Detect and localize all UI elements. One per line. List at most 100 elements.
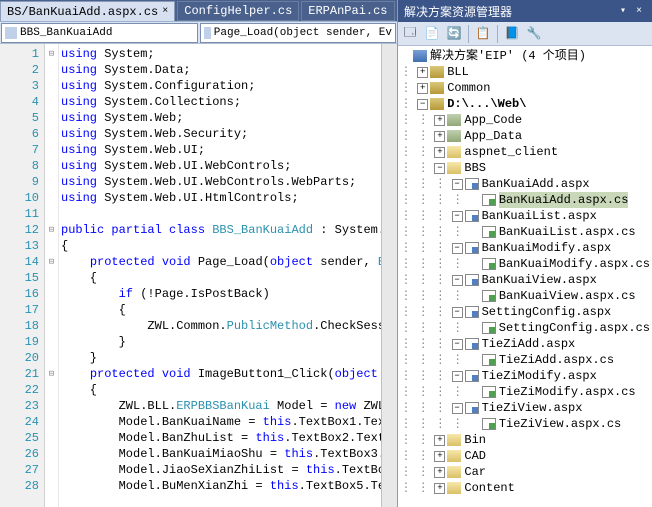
code-area[interactable]: using System;using System.Data;using Sys… [59,44,381,507]
tree-node[interactable]: ⋮ ⋮ ⋮ ⋮ SettingConfig.aspx.cs [400,320,650,336]
tree-node[interactable]: ⋮ ⋮ ⋮ −BanKuaiView.aspx [400,272,650,288]
node-label: TieZiAdd.aspx.cs [499,352,614,368]
node-label: TieZiAdd.aspx [482,336,576,352]
node-icon [482,322,496,334]
tree-node[interactable]: 解决方案'EIP' (4 个项目) [400,48,650,64]
tree-node[interactable]: ⋮ +BLL [400,64,650,80]
tree-node[interactable]: ⋮ ⋮ ⋮ ⋮ BanKuaiList.aspx.cs [400,224,650,240]
tree-node[interactable]: ⋮ ⋮ +Bin [400,432,650,448]
node-label: App_Code [464,112,522,128]
node-label: SettingConfig.aspx [482,304,612,320]
node-label: aspnet_client [464,144,558,160]
code-editor[interactable]: 1234567891011121314151617181920212223242… [0,44,397,507]
tree-node[interactable]: ⋮ ⋮ ⋮ −SettingConfig.aspx [400,304,650,320]
node-icon [465,178,479,190]
node-label: Content [464,480,514,496]
node-icon [447,162,461,174]
node-label: TieZiView.aspx.cs [499,416,621,432]
expand-icon[interactable]: − [452,371,463,382]
node-label: BanKuaiView.aspx.cs [499,288,636,304]
tree-node[interactable]: ⋮ ⋮ ⋮ ⋮ TieZiView.aspx.cs [400,416,650,432]
node-icon [447,146,461,158]
expand-icon[interactable]: + [434,483,445,494]
tree-node[interactable]: ⋮ ⋮ ⋮ ⋮ TieZiModify.aspx.cs [400,384,650,400]
tree-node[interactable]: ⋮ −D:\...\Web\ [400,96,650,112]
document-tab[interactable]: ERPAnPai.cs [301,1,394,21]
node-icon [482,386,496,398]
editor-pane: BS/BanKuaiAdd.aspx.cs× ConfigHelper.cs ERP… [0,0,397,507]
line-numbers: 1234567891011121314151617181920212223242… [0,44,45,507]
tree-node[interactable]: ⋮ ⋮ ⋮ ⋮ BanKuaiView.aspx.cs [400,288,650,304]
vertical-scrollbar[interactable] [381,44,397,507]
expand-icon[interactable]: − [452,339,463,350]
tree-node[interactable]: ⋮ ⋮ ⋮ −TieZiAdd.aspx [400,336,650,352]
node-icon [430,82,444,94]
tree-node[interactable]: ⋮ ⋮ ⋮ −TieZiModify.aspx [400,368,650,384]
node-label: TieZiModify.aspx.cs [499,384,636,400]
toolbar-separator [468,25,469,43]
solution-tree[interactable]: 解决方案'EIP' (4 个项目)⋮ +BLL⋮ +Common⋮ −D:\..… [398,46,652,507]
class-dropdown-text: BBS_BanKuaiAdd [20,27,112,39]
document-tab[interactable]: ConfigHelper.cs [177,1,299,21]
expand-icon[interactable]: + [434,115,445,126]
expand-icon[interactable]: + [434,131,445,142]
document-tabs: BS/BanKuaiAdd.aspx.cs× ConfigHelper.cs ERP… [0,0,397,22]
tree-node[interactable]: ⋮ +Common [400,80,650,96]
tree-node[interactable]: ⋮ ⋮ +CAD [400,448,650,464]
expand-icon[interactable]: − [452,211,463,222]
close-tab-icon[interactable]: × [162,6,168,17]
tree-node[interactable]: ⋮ ⋮ ⋮ ⋮ TieZiAdd.aspx.cs [400,352,650,368]
tree-node[interactable]: ⋮ ⋮ ⋮ −BanKuaiModify.aspx [400,240,650,256]
node-icon [430,66,444,78]
expand-icon[interactable]: − [417,99,428,110]
expand-icon[interactable]: + [434,147,445,158]
tree-node[interactable]: ⋮ ⋮ ⋮ −BanKuaiAdd.aspx [400,176,650,192]
solution-explorer-toolbar: 🗔 📄 🔄 📋 📘 🔧 [398,22,652,46]
node-icon [482,290,496,302]
expand-icon[interactable]: − [452,243,463,254]
view-code-button[interactable]: 📘 [502,24,522,44]
node-icon [482,418,496,430]
solution-explorer-pane: 解决方案资源管理器 ▾ × 🗔 📄 🔄 📋 📘 🔧 解决方案'EIP' (4 个… [397,0,652,507]
toolbar-separator [497,25,498,43]
expand-icon[interactable]: + [434,467,445,478]
show-all-button[interactable]: 📄 [422,24,442,44]
document-tab[interactable]: BS/BanKuaiAdd.aspx.cs× [0,1,175,21]
node-icon [447,482,461,494]
tree-node[interactable]: ⋮ ⋮ −BBS [400,160,650,176]
node-icon [482,226,496,238]
tab-label: ConfigHelper.cs [184,4,292,18]
tree-node[interactable]: ⋮ ⋮ ⋮ ⋮ BanKuaiModify.aspx.cs [400,256,650,272]
refresh-button[interactable]: 🔄 [444,24,464,44]
expand-icon[interactable]: + [417,83,428,94]
tree-node[interactable]: ⋮ ⋮ +Content [400,480,650,496]
expand-icon[interactable]: − [452,179,463,190]
expand-icon[interactable]: + [417,67,428,78]
dropdown-icon[interactable]: ▾ [616,4,630,18]
expand-icon[interactable]: − [452,307,463,318]
expand-icon[interactable]: + [434,435,445,446]
tree-node[interactable]: ⋮ ⋮ +App_Code [400,112,650,128]
nest-button[interactable]: 📋 [473,24,493,44]
expand-icon[interactable]: + [434,451,445,462]
fold-margin[interactable]: ⊟⊟⊟⊟ [45,44,59,507]
properties-button[interactable]: 🗔 [400,24,420,44]
expand-icon[interactable]: − [434,163,445,174]
expand-icon[interactable]: − [452,275,463,286]
expand-icon[interactable]: − [452,403,463,414]
node-label: Bin [464,432,486,448]
node-label: Common [447,80,490,96]
node-icon [465,306,479,318]
tree-node[interactable]: ⋮ ⋮ ⋮ ⋮ BanKuaiAdd.aspx.cs [400,192,650,208]
tree-node[interactable]: ⋮ ⋮ +App_Data [400,128,650,144]
tree-node[interactable]: ⋮ ⋮ ⋮ −TieZiView.aspx [400,400,650,416]
tree-node[interactable]: ⋮ ⋮ ⋮ −BanKuaiList.aspx [400,208,650,224]
tree-node[interactable]: ⋮ ⋮ +aspnet_client [400,144,650,160]
member-dropdown-text: Page_Load(object sender, Ev [214,27,392,39]
tree-node[interactable]: ⋮ ⋮ +Car [400,464,650,480]
close-icon[interactable]: × [632,4,646,18]
member-dropdown[interactable]: Page_Load(object sender, Ev [200,23,397,43]
view-designer-button[interactable]: 🔧 [524,24,544,44]
node-label: BanKuaiList.aspx [482,208,597,224]
class-dropdown[interactable]: BBS_BanKuaiAdd [1,23,198,43]
